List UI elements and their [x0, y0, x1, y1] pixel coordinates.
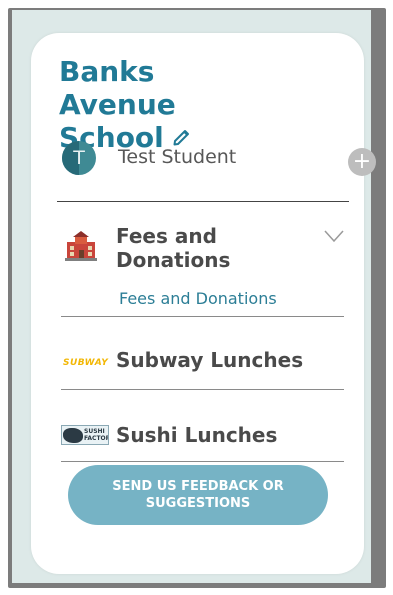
submenu-item-fees[interactable]: Fees and Donations — [119, 289, 277, 308]
menu-item-label: Fees and Donations — [116, 224, 231, 272]
menu-item-label: Subway Lunches — [116, 348, 304, 372]
subway-logo: SUBWAY — [63, 358, 109, 368]
chevron-down-icon[interactable] — [323, 229, 345, 243]
plus-icon[interactable]: + — [348, 148, 376, 176]
menu-item-fees[interactable]: Fees and Donations — [59, 221, 349, 273]
divider — [57, 201, 349, 202]
school-building-icon — [65, 231, 97, 261]
menu-item-subway[interactable]: SUBWAY Subway Lunches — [59, 343, 349, 377]
sushi-factory-logo: SUSHI FACTORY — [61, 425, 109, 445]
divider — [61, 461, 344, 462]
divider — [61, 316, 344, 317]
avatar: T — [62, 141, 96, 175]
feedback-button[interactable]: SEND US FEEDBACK OR SUGGESTIONS — [68, 465, 328, 525]
divider — [61, 389, 344, 390]
school-title: Banks Avenue School — [59, 55, 279, 154]
avatar-initial: T — [73, 147, 85, 169]
school-name: Banks Avenue School — [59, 55, 176, 154]
school-card: Banks Avenue School T Test Student + Fee… — [31, 33, 376, 574]
student-name: Test Student — [118, 146, 237, 168]
menu-item-label: Sushi Lunches — [116, 423, 278, 447]
menu-item-sushi[interactable]: SUSHI FACTORY Sushi Lunches — [59, 418, 349, 452]
student-row[interactable]: T Test Student + — [62, 141, 376, 176]
